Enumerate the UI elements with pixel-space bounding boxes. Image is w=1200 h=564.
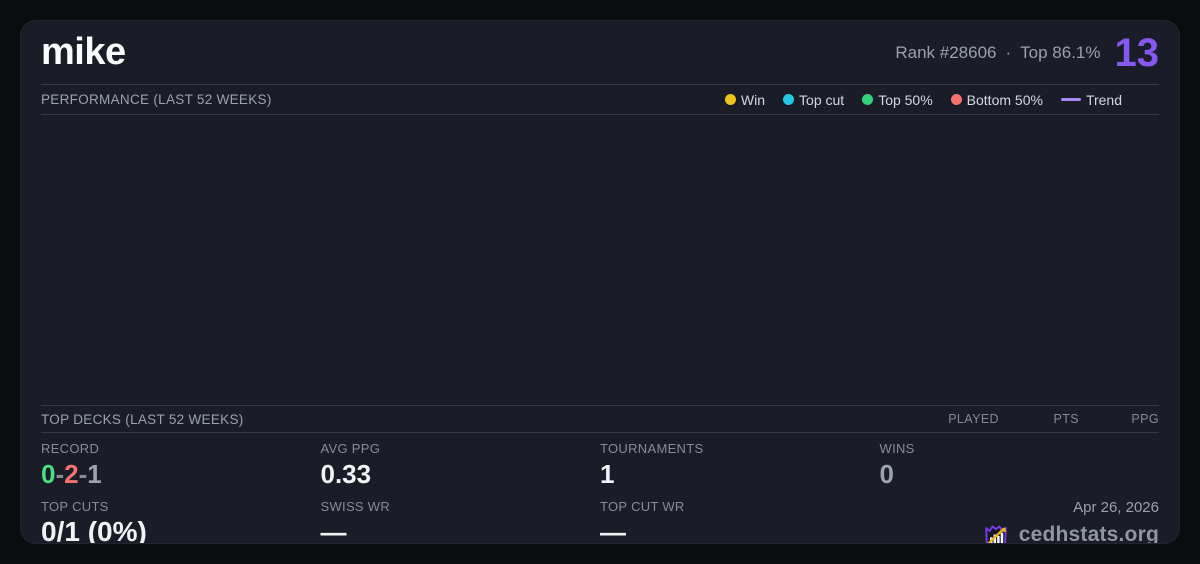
top-cuts-label: TOP CUTS — [41, 499, 109, 514]
brand-row: cedhstats.org — [981, 520, 1159, 544]
column-pts: PTS — [1053, 412, 1079, 426]
cedhstats-logo-icon — [985, 525, 1007, 543]
stat-swiss-wr: SWISS WR — — [320, 499, 601, 544]
top-cuts-value: 0/1 (0%) — [41, 516, 147, 544]
card-header: mike Rank #28606 · Top 86.1% 13 — [41, 21, 1159, 85]
performance-section-header: PERFORMANCE (LAST 52 WEEKS) Win Top cut … — [41, 85, 1159, 115]
stat-avg-ppg: AVG PPG 0.33 — [321, 441, 601, 499]
top-decks-title: TOP DECKS (LAST 52 WEEKS) — [41, 411, 244, 427]
wins-value: 0 — [879, 459, 894, 489]
wins-label: WINS — [879, 441, 915, 456]
record-draws: 1 — [87, 459, 102, 489]
stat-wins: WINS 0 — [880, 441, 1160, 499]
legend-win: Win — [724, 91, 766, 108]
record-dash-1: - — [55, 459, 65, 489]
legend-top-50-label: Top 50% — [878, 91, 933, 108]
player-name: mike — [41, 31, 126, 73]
top-50-dot-icon — [862, 94, 874, 105]
column-ppg: PPG — [1131, 412, 1159, 426]
legend-top-cut-label: Top cut — [799, 91, 845, 108]
avg-ppg-label: AVG PPG — [320, 441, 381, 456]
legend-trend: Trend — [1060, 91, 1122, 108]
legend-bottom-50: Bottom 50% — [950, 91, 1043, 108]
rank-text: Rank #28606 — [895, 42, 997, 62]
swiss-wr-value: — — [320, 517, 347, 544]
top-decks-section-header: TOP DECKS (LAST 52 WEEKS) PLAYED PTS PPG — [41, 406, 1159, 433]
trend-line-icon — [1060, 98, 1081, 101]
record-losses: 2 — [64, 459, 79, 489]
tournaments-value: 1 — [600, 459, 615, 489]
legend-trend-label: Trend — [1085, 91, 1122, 108]
rank-line: Rank #28606 · Top 86.1% — [895, 43, 1100, 63]
performance-chart — [41, 115, 1159, 406]
legend-bottom-50-label: Bottom 50% — [966, 91, 1043, 108]
points-value: 13 — [1114, 30, 1160, 75]
stats-grid: RECORD 0-2-1 AVG PPG 0.33 TOURNAMENTS 1 … — [41, 433, 1160, 544]
record-dash-2: - — [78, 459, 88, 489]
stat-top-cuts: TOP CUTS 0/1 (0%) — [41, 499, 321, 544]
footer-brand-cell: Apr 26, 2026 cedhstats.org — [880, 499, 1159, 544]
performance-title: PERFORMANCE (LAST 52 WEEKS) — [41, 92, 272, 107]
record-value: 0-2-1 — [41, 459, 321, 489]
player-stats-card: mike Rank #28606 · Top 86.1% 13 PERFORMA… — [20, 20, 1180, 544]
record-label: RECORD — [41, 441, 100, 456]
stat-tournaments: TOURNAMENTS 1 — [600, 441, 880, 499]
win-dot-icon — [724, 94, 736, 105]
rank-separator: · — [1005, 42, 1012, 62]
chart-legend: Win Top cut Top 50% Bottom 50% Trend — [724, 91, 1159, 108]
card-date: Apr 26, 2026 — [1073, 499, 1159, 516]
stat-record: RECORD 0-2-1 — [41, 441, 321, 499]
top-cut-wr-value: — — [600, 517, 626, 544]
swiss-wr-label: SWISS WR — [320, 499, 391, 514]
tournaments-label: TOURNAMENTS — [600, 441, 704, 456]
legend-top-50: Top 50% — [862, 91, 933, 108]
legend-win-label: Win — [740, 91, 766, 108]
legend-top-cut: Top cut — [783, 92, 844, 108]
header-right: Rank #28606 · Top 86.1% 13 — [895, 33, 1159, 73]
column-played: PLAYED — [948, 412, 999, 426]
stat-top-cut-wr: TOP CUT WR — — [600, 499, 880, 544]
top-decks-columns: PLAYED PTS PPG — [919, 412, 1159, 426]
bottom-50-dot-icon — [950, 94, 962, 105]
top-cut-dot-icon — [783, 94, 795, 105]
avg-ppg-value: 0.33 — [320, 459, 372, 489]
top-percent-text: Top 86.1% — [1020, 42, 1101, 62]
record-wins: 0 — [41, 459, 56, 489]
top-cut-wr-label: TOP CUT WR — [600, 499, 685, 514]
brand-name: cedhstats.org — [1018, 523, 1159, 544]
